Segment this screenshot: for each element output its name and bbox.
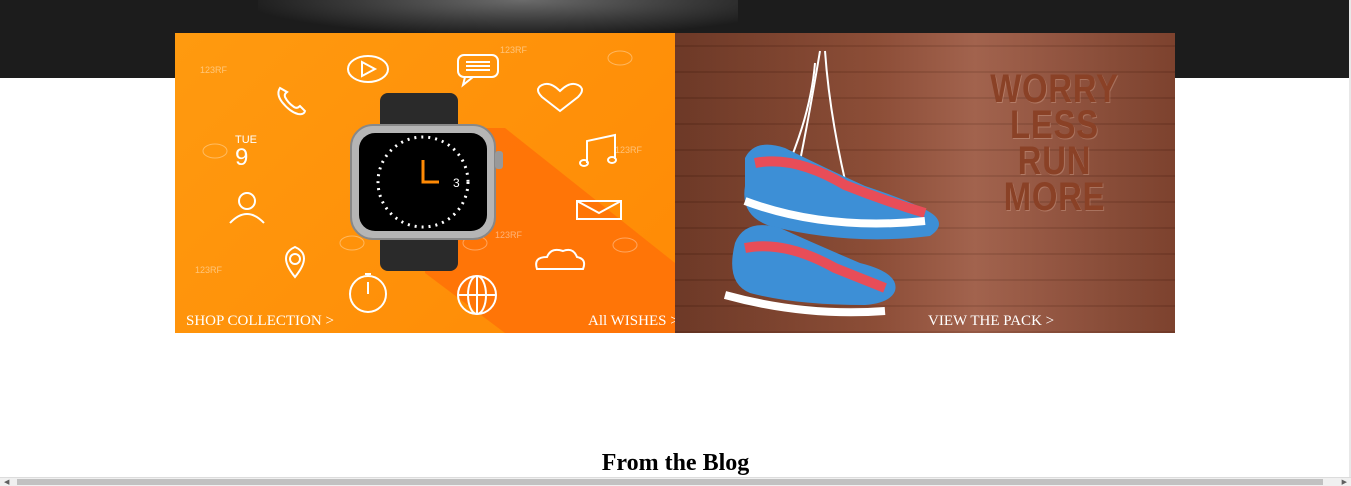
watermark-text: 123RF <box>495 230 523 240</box>
sneakers-icon <box>723 50 939 317</box>
blog-section-heading: From the Blog <box>601 450 750 476</box>
calendar-date: 9 <box>235 144 248 171</box>
all-wishes-link[interactable]: All WISHES > <box>588 313 675 330</box>
globe-icon <box>457 275 497 315</box>
stopwatch-icon <box>349 273 387 313</box>
play-icon <box>347 55 389 83</box>
heart-icon <box>537 82 583 113</box>
watermark-text: 123RF <box>500 45 528 55</box>
chat-icon <box>457 54 499 88</box>
watermark-text: 123RF <box>200 65 228 75</box>
tagline-line: WORRY <box>990 67 1119 111</box>
tagline-line: LESS <box>1010 103 1100 147</box>
watermark-text: 123RF <box>195 265 223 275</box>
user-icon <box>229 192 265 224</box>
running-tagline: WORRY LESS RUN MORE <box>990 67 1119 219</box>
view-pack-link[interactable]: VIEW THE PACK > <box>928 313 1054 330</box>
hero-image-fragment <box>258 0 738 34</box>
tagline-line: RUN <box>1017 139 1092 183</box>
music-icon <box>579 133 617 167</box>
watermark-text: 123RF <box>615 145 643 155</box>
horizontal-scrollbar[interactable]: ◀ ▶ <box>0 477 1351 486</box>
scrollbar-thumb[interactable] <box>17 479 1323 485</box>
scroll-left-icon[interactable]: ◀ <box>4 478 9 486</box>
running-shoes-banner[interactable]: WORRY LESS RUN MORE VIEW THE PACK > <box>675 33 1175 333</box>
clock-number: 3 <box>453 176 460 190</box>
scroll-right-icon[interactable]: ▶ <box>1342 478 1347 486</box>
shop-collection-link[interactable]: SHOP COLLECTION > <box>186 313 334 330</box>
tagline-line: MORE <box>1003 175 1106 219</box>
promo-banner-row: 123RF 123RF 123RF 123RF 123RF TUE 9 3 SH… <box>175 33 1175 333</box>
location-icon <box>285 245 305 279</box>
smartwatch-illustration: 123RF 123RF 123RF 123RF 123RF TUE 9 3 <box>195 45 675 333</box>
phone-icon <box>277 86 307 116</box>
smartwatch-banner[interactable]: 123RF 123RF 123RF 123RF 123RF TUE 9 3 SH… <box>175 33 675 333</box>
